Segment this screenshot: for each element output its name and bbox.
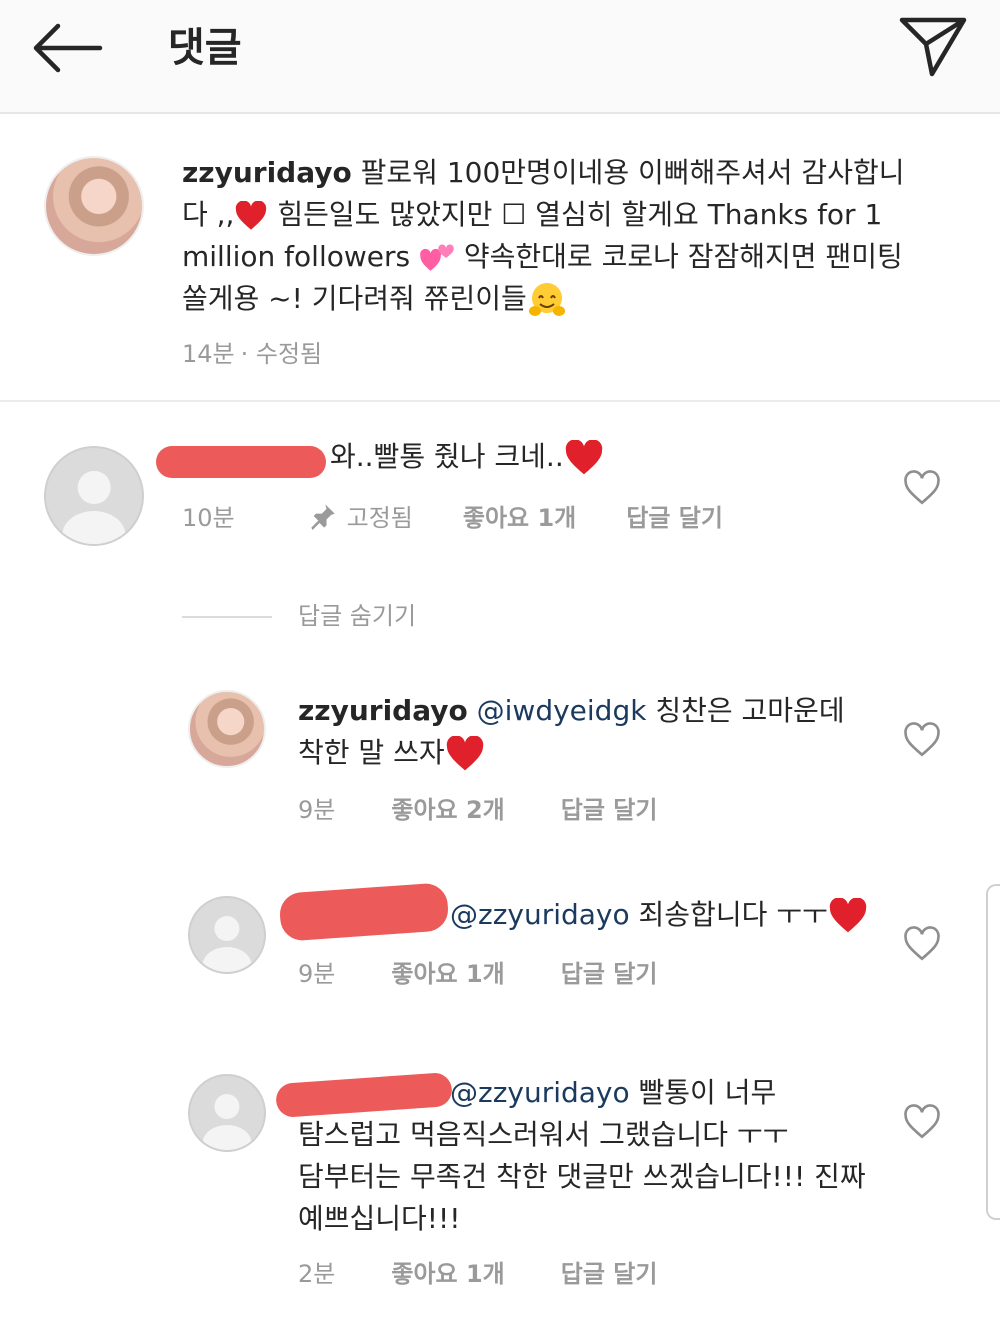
avatar[interactable] (188, 690, 266, 768)
red-heart-emoji (829, 898, 866, 933)
like-button[interactable] (902, 470, 942, 506)
page-title: 댓글 (168, 25, 242, 71)
comment-text: 와..빨통 줬나 크네.. (330, 436, 604, 478)
mention-link[interactable]: @zzyuridayo (450, 1076, 630, 1109)
heart-outline-icon (904, 470, 940, 505)
like-button[interactable] (902, 1104, 942, 1140)
back-arrow-icon (33, 23, 103, 73)
post-caption: zzyuridayo 팔로워 100만명이네용 이뻐해주셔서 감사합니다 ,, … (0, 116, 1000, 402)
avatar[interactable] (44, 446, 144, 546)
caption-meta: 14분 · 수정됨 (182, 334, 372, 369)
likes-count[interactable]: 좋아요 1개 (463, 504, 576, 532)
scrollbar[interactable] (986, 884, 1000, 1220)
likes-count[interactable]: 좋아요 1개 (391, 960, 504, 988)
red-heart-emoji (565, 440, 602, 475)
likes-count[interactable]: 좋아요 2개 (391, 796, 504, 824)
like-button[interactable] (902, 926, 942, 962)
reply-text: zzyuridayo @iwdyeidgk 칭찬은 고마운데 착한 말 쓰자 (298, 690, 898, 774)
mention-link[interactable]: @iwdyeidgk (477, 694, 647, 727)
caption-time: 14분 (182, 340, 235, 368)
two-hearts-emoji (420, 244, 454, 271)
reply-time: 9분 (298, 960, 336, 988)
mention-link[interactable]: @zzyuridayo (450, 898, 630, 931)
divider (182, 616, 272, 618)
pinned-label: 고정됨 (346, 504, 413, 532)
reply-text: @zzyuridayo 빨통이 너무 탐스럽고 먹음직스러워서 그랬습니다 ㅜㅜ… (298, 1076, 866, 1235)
reply-button[interactable]: 답글 달기 (561, 1260, 658, 1288)
hide-replies-label: 답글 숨기기 (298, 602, 417, 630)
caption-username[interactable]: zzyuridayo (182, 156, 352, 189)
reply-meta: 9분 좋아요 1개 답글 달기 (298, 954, 707, 989)
redacted-username (278, 882, 450, 942)
reply-button[interactable]: 답글 달기 (561, 960, 658, 988)
hugging-face-emoji (528, 283, 565, 316)
pin-icon (310, 504, 335, 530)
send-button[interactable] (896, 14, 970, 80)
heart-outline-icon (904, 1104, 940, 1139)
reply-button[interactable]: 답글 달기 (561, 796, 658, 824)
like-button[interactable] (902, 722, 942, 758)
reply-button[interactable]: 답글 달기 (626, 504, 723, 532)
heart-outline-icon (904, 926, 940, 961)
avatar[interactable] (188, 896, 266, 974)
top-bar: 댓글 (0, 0, 1000, 114)
red-heart-emoji (446, 736, 483, 771)
avatar[interactable] (44, 156, 144, 256)
red-heart-emoji (236, 201, 267, 230)
reply-username[interactable]: zzyuridayo (298, 694, 468, 727)
redacted-username (156, 446, 326, 478)
avatar[interactable] (188, 1074, 266, 1152)
reply-time: 9분 (298, 796, 336, 824)
reply-text: @zzyuridayo 죄송합니다 ㅜㅜ (450, 894, 868, 936)
caption-text: zzyuridayo 팔로워 100만명이네용 이뻐해주셔서 감사합니다 ,, … (182, 152, 922, 320)
comment-time: 10분 (182, 504, 235, 532)
reply-time: 2분 (298, 1260, 336, 1288)
reply-meta: 9분 좋아요 2개 답글 달기 (298, 790, 707, 825)
back-button[interactable] (28, 20, 108, 76)
comment-meta: 10분 고정됨 좋아요 1개 답글 달기 (182, 498, 773, 533)
caption-edited: · 수정됨 (240, 340, 323, 368)
reply-meta: 2분 좋아요 1개 답글 달기 (298, 1254, 707, 1289)
send-icon (899, 17, 967, 77)
heart-outline-icon (904, 722, 940, 757)
likes-count[interactable]: 좋아요 1개 (391, 1260, 504, 1288)
